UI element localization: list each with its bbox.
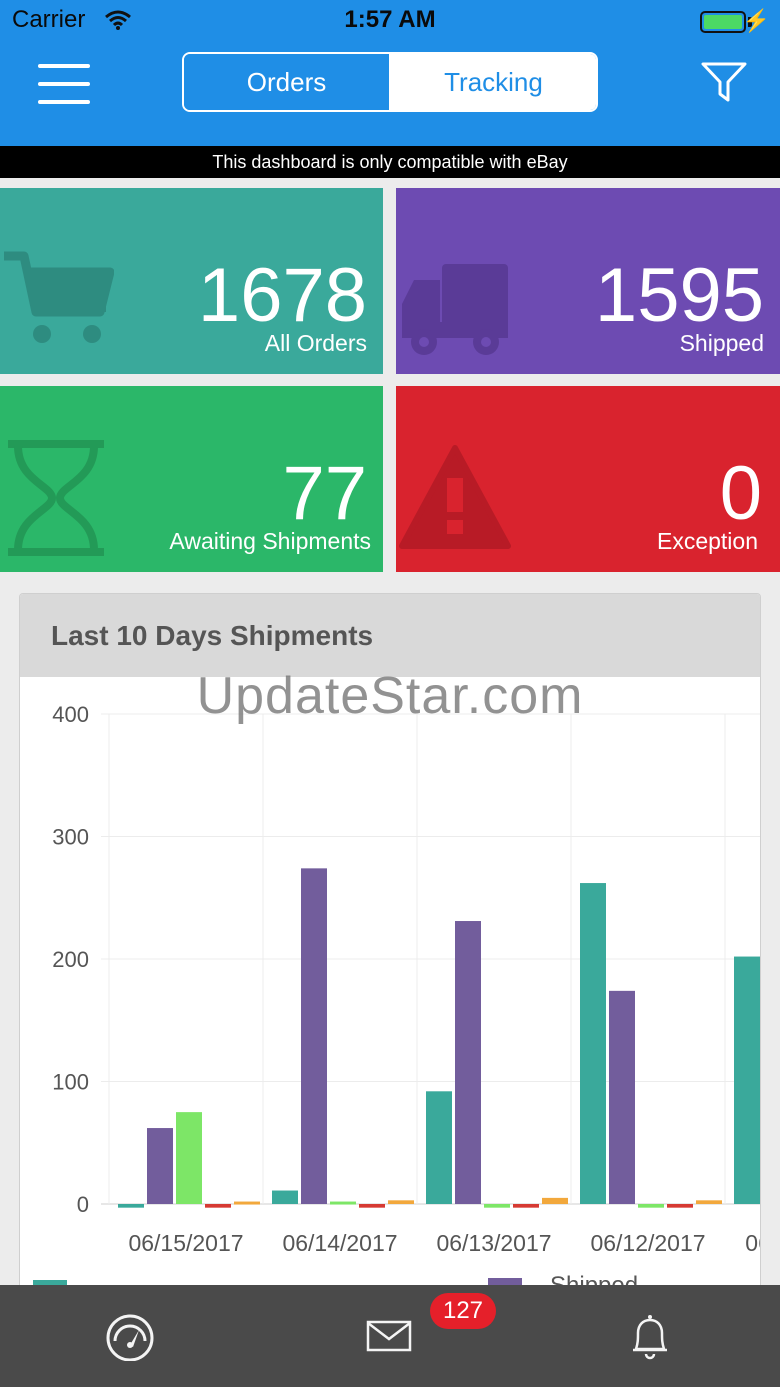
bar	[696, 1200, 722, 1204]
bell-tab-icon[interactable]	[630, 1313, 670, 1361]
all-orders-count: 1678	[197, 253, 367, 338]
compatibility-notice: This dashboard is only compatible with e…	[0, 146, 780, 178]
exception-count: 0	[719, 451, 762, 536]
warning-icon	[399, 445, 511, 549]
x-tick-label: 06/12/2017	[590, 1230, 705, 1256]
menu-button[interactable]	[38, 64, 90, 108]
shipped-count: 1595	[594, 253, 764, 338]
x-tick-label: 06/13/2017	[436, 1230, 551, 1256]
all-orders-label: All Orders	[264, 330, 367, 356]
bottom-tab-bar	[0, 1285, 780, 1387]
bar	[580, 883, 606, 1204]
bar	[388, 1200, 414, 1204]
x-tick-label: 06/11/2017	[745, 1230, 761, 1256]
tile-all-orders[interactable]: 1678 All Orders	[0, 188, 383, 374]
bar	[513, 1204, 539, 1208]
bar	[638, 1204, 664, 1208]
bar	[301, 868, 327, 1204]
charging-icon: ⚡	[742, 8, 770, 33]
bar	[359, 1204, 385, 1208]
shipments-bar-chart: 010020030040006/15/2017 06/14/2017 06/13/2…	[33, 702, 761, 1299]
cart-icon	[4, 251, 114, 343]
filter-icon[interactable]	[700, 60, 748, 106]
shipped-label: Shipped	[679, 330, 764, 356]
y-tick-label: 0	[77, 1192, 89, 1217]
chart-title: Last 10 Days Shipments	[20, 594, 760, 677]
y-tick-label: 100	[52, 1070, 89, 1095]
battery-icon	[700, 11, 746, 33]
nav-bar: Orders Tracking	[0, 44, 780, 146]
x-tick-label: 06/15/2017	[128, 1230, 243, 1256]
awaiting-count: 77	[282, 451, 367, 536]
bar	[176, 1112, 202, 1204]
bar	[734, 956, 760, 1204]
bar	[205, 1204, 231, 1208]
bar	[455, 921, 481, 1204]
bar	[118, 1204, 144, 1208]
bar	[542, 1197, 568, 1204]
bar	[234, 1201, 260, 1205]
y-tick-label: 200	[52, 947, 89, 972]
watermark: UpdateStar.com	[196, 667, 584, 725]
mail-badge: 127	[430, 1293, 496, 1329]
awaiting-label: Awaiting Shipments	[169, 528, 371, 554]
bar	[330, 1201, 356, 1205]
tab-tracking[interactable]: Tracking	[391, 54, 596, 110]
bar	[426, 1091, 452, 1204]
x-tick-label: 06/14/2017	[282, 1230, 397, 1256]
tile-awaiting-shipments[interactable]: 77 Awaiting Shipments	[0, 386, 383, 572]
mail-tab-icon[interactable]	[366, 1320, 412, 1352]
dashboard-tab-icon[interactable]	[103, 1311, 157, 1361]
bar	[147, 1128, 173, 1204]
tile-exception[interactable]: 0 Exception	[396, 386, 780, 572]
y-tick-label: 300	[52, 825, 89, 850]
segmented-control: Orders Tracking	[182, 52, 598, 112]
status-bar: Carrier 1:57 AM ⚡	[0, 0, 780, 44]
bar	[667, 1204, 693, 1208]
hourglass-icon	[8, 440, 104, 556]
tile-shipped[interactable]: 1595 Shipped	[396, 188, 780, 374]
truck-icon	[402, 264, 508, 355]
tab-orders[interactable]: Orders	[184, 54, 391, 110]
exception-label: Exception	[656, 528, 758, 554]
clock: 1:57 AM	[344, 6, 436, 33]
bar	[484, 1204, 510, 1208]
bar	[609, 990, 635, 1204]
bar	[272, 1190, 298, 1204]
